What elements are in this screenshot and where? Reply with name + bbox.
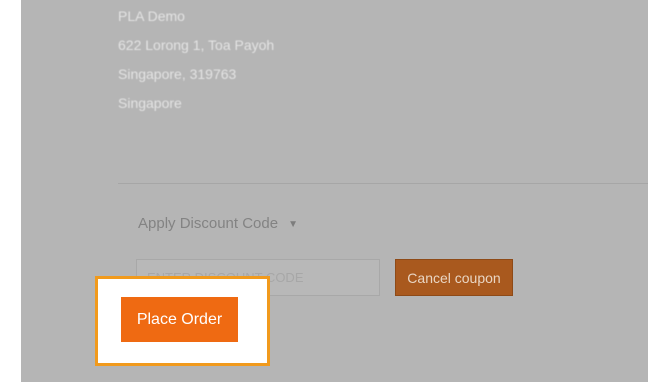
address-line-street: 622 Lorong 1, Toa Payoh <box>118 37 275 53</box>
apply-discount-toggle[interactable]: Apply Discount Code ▼ <box>138 212 298 234</box>
section-divider <box>118 183 648 184</box>
apply-discount-label: Apply Discount Code <box>138 214 279 232</box>
cancel-coupon-button[interactable]: Cancel coupon <box>395 259 513 296</box>
address-line-name: PLA Demo <box>118 8 185 24</box>
place-order-button[interactable]: Place Order <box>121 297 238 342</box>
chevron-down-icon: ▼ <box>288 218 298 230</box>
address-line-city-postal: Singapore, 319763 <box>118 66 237 82</box>
page-edge <box>648 0 661 382</box>
shipping-address: PLA Demo 622 Lorong 1, Toa Payoh Singapo… <box>118 2 418 118</box>
address-line-country: Singapore <box>118 95 182 111</box>
